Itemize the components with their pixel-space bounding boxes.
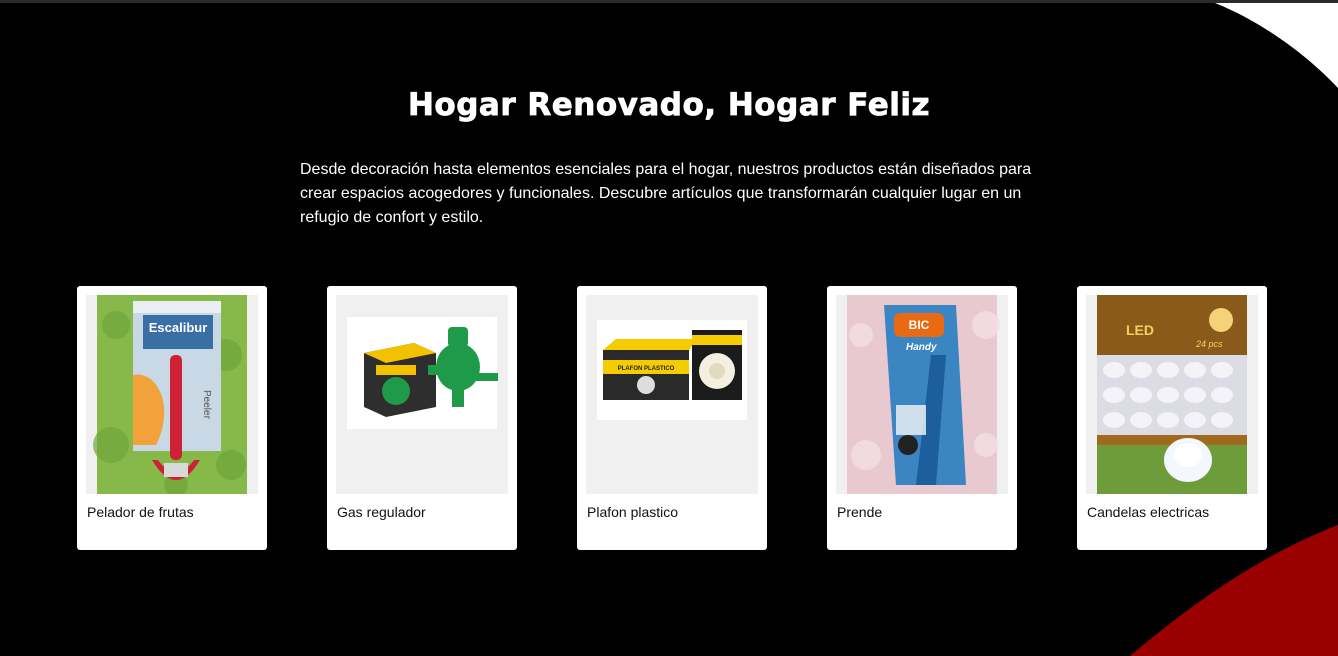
svg-text:BIC: BIC bbox=[909, 318, 930, 332]
product-card[interactable]: Escalibur Peeler Pelador de frutas bbox=[77, 286, 267, 550]
product-card[interactable]: PLAFON PLASTICO Plafon plastico bbox=[577, 286, 767, 550]
svg-text:PLAFON PLASTICO: PLAFON PLASTICO bbox=[618, 366, 675, 372]
product-name[interactable]: Plafon plastico bbox=[587, 504, 678, 520]
product-name[interactable]: Prende bbox=[837, 504, 882, 520]
svg-text:LED: LED bbox=[1126, 322, 1154, 338]
product-image[interactable]: Escalibur Peeler bbox=[86, 295, 258, 494]
svg-text:Peeler: Peeler bbox=[201, 390, 212, 420]
section-description: Desde decoración hasta elementos esencia… bbox=[300, 161, 1032, 226]
product-card[interactable]: BIC Handy Prende bbox=[827, 286, 1017, 550]
product-name[interactable]: Candelas electricas bbox=[1087, 504, 1209, 520]
product-card[interactable]: LED 24 pcs Candelas electricas bbox=[1077, 286, 1267, 550]
product-image[interactable]: BIC Handy bbox=[836, 295, 1008, 494]
home-section: Hogar Renovado, Hogar Feliz Desde decora… bbox=[0, 3, 1338, 656]
product-image[interactable]: PLAFON PLASTICO bbox=[586, 295, 758, 494]
product-name[interactable]: Pelador de frutas bbox=[87, 504, 194, 520]
white-corner-shape bbox=[1215, 3, 1338, 88]
product-image[interactable] bbox=[336, 295, 508, 494]
svg-text:Escalibur: Escalibur bbox=[149, 320, 208, 335]
section-title: Hogar Renovado, Hogar Feliz bbox=[407, 87, 931, 124]
product-card[interactable]: Gas regulador bbox=[327, 286, 517, 550]
product-image[interactable]: LED 24 pcs bbox=[1086, 295, 1258, 494]
product-name[interactable]: Gas regulador bbox=[337, 504, 426, 520]
svg-text:Handy: Handy bbox=[906, 342, 937, 353]
svg-text:24 pcs: 24 pcs bbox=[1195, 339, 1223, 349]
